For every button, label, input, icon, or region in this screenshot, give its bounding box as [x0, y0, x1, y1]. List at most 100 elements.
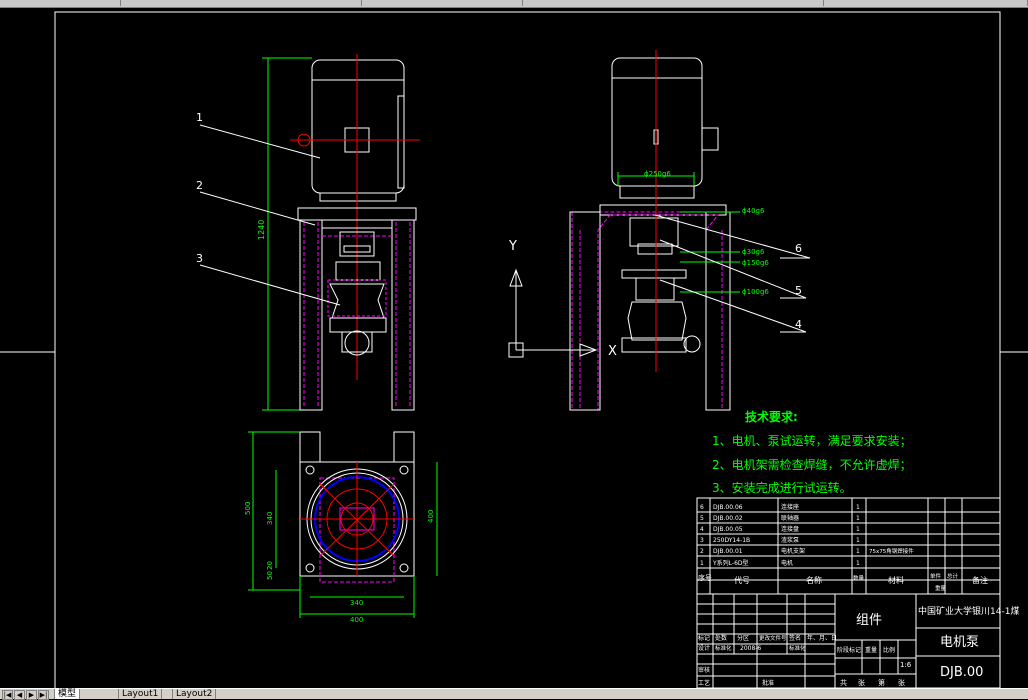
dim-50: 50 — [266, 571, 274, 580]
bom-row-1-code: Y系列L-6D型 — [712, 559, 749, 567]
top-view: 500 340 400 50 20 340 400 — [244, 431, 438, 624]
stage-label-stage: 阶段标记 — [837, 646, 861, 654]
bom-row-2-material: 75x75角钢焊接件 — [869, 547, 914, 555]
bom-header-name: 名称 — [806, 575, 822, 585]
stage-label-scale: 比例 — [883, 646, 895, 654]
bom-header-weight-unit: 单件 — [930, 572, 942, 580]
requirement-1: 1、电机、泵试运转，满足要求安装； — [712, 433, 912, 448]
sheet-label-sheets: 张 — [858, 678, 865, 687]
bom-row-1-no: 1 — [700, 560, 704, 567]
last-tab-icon[interactable]: ▶| — [38, 690, 49, 700]
ucs-icon — [508, 268, 598, 358]
bom-row-4-code: DJB.00.05 — [713, 526, 743, 533]
bom-row-2-code: DJB.00.01 — [713, 548, 743, 555]
top-bar-segment — [824, 0, 1028, 6]
designer-label: 设计 — [698, 644, 710, 652]
sheet-label-total: 共 — [840, 678, 847, 687]
dim-20: 20 — [266, 561, 274, 570]
rev-label-date: 年、月、日 — [807, 634, 837, 642]
title-scale: 1:6 — [900, 661, 912, 669]
prev-tab-icon[interactable]: ◀ — [14, 690, 25, 700]
technical-requirements: 技术要求: 1、电机、泵试运转，满足要求安装； 2、电机架需检查焊缝，不允许虚焊… — [712, 409, 912, 495]
side-view: ϕ250g6 ϕ40g6 ϕ30g6 ϕ150g6 ϕ100g6 — [569, 50, 769, 411]
balloon-5: 5 — [795, 284, 802, 297]
balloon-2: 2 — [196, 179, 203, 192]
bom-row-4-name: 连接盘 — [781, 525, 799, 533]
bom-header-weight: 重量 — [935, 584, 947, 592]
dim-height: 1240 — [257, 220, 266, 240]
rev-label-sign: 签名 — [789, 634, 801, 642]
balloon-4: 4 — [795, 318, 802, 331]
front-view: 1240 — [257, 54, 420, 411]
dim-d30: ϕ30g6 — [742, 248, 765, 256]
std-label: 标准化 — [715, 644, 732, 652]
dim-340-vertical: 340 — [266, 512, 274, 525]
bom-row-2-qty: 1 — [856, 548, 860, 555]
requirement-2: 2、电机架需检查焊缝，不允许虚焊； — [712, 457, 912, 472]
bom-row-5-name: 联轴器 — [781, 514, 799, 522]
requirement-3: 3、安装完成进行试运转。 — [712, 480, 852, 495]
dim-d40: ϕ40g6 — [742, 207, 765, 215]
top-bar-segment — [0, 0, 121, 6]
title-drawing-name: 电机泵 — [940, 635, 979, 650]
rev-label-zone: 分区 — [737, 634, 749, 642]
top-bar-segment — [523, 0, 824, 6]
bom-row-6-no: 6 — [700, 504, 704, 511]
window-top-bar — [0, 0, 1028, 8]
std-value: 标准化 — [789, 644, 806, 652]
rev-label-count: 处数 — [715, 634, 727, 642]
bom-row-5-qty: 1 — [856, 515, 860, 522]
dim-d150: ϕ150g6 — [742, 259, 769, 267]
next-tab-icon[interactable]: ▶ — [26, 690, 37, 700]
bom-header-note: 备注 — [972, 575, 988, 585]
first-tab-icon[interactable]: |◀ — [2, 690, 13, 700]
bom-row-1-name: 电机 — [781, 559, 793, 567]
axis-x-label: X — [608, 344, 617, 359]
sheet-label-no: 第 — [878, 678, 885, 687]
rev-label-mark: 标记 — [698, 634, 710, 642]
stage-label-weight: 重量 — [865, 646, 877, 654]
dim-d250: ϕ250g6 — [644, 170, 671, 178]
dim-d100: ϕ100g6 — [742, 288, 769, 296]
title-school: 中国矿业大学银川14-1煤 — [918, 605, 1019, 617]
bom-row-5-code: DJB.00.02 — [713, 515, 743, 522]
approve-label: 批准 — [762, 679, 774, 687]
sheet-border — [0, 11, 1028, 688]
top-bar-segment — [121, 0, 362, 6]
bom-row-6-qty: 1 — [856, 504, 860, 511]
bom-row-3-no: 3 — [700, 537, 704, 544]
dim-400-vertical: 400 — [427, 510, 435, 523]
bom-row-1-qty: 1 — [856, 560, 860, 567]
bom-row-2-no: 2 — [700, 548, 704, 555]
bom-header-material: 材料 — [888, 575, 904, 585]
requirements-title: 技术要求: — [745, 409, 798, 424]
dim-400-horizontal: 400 — [350, 616, 363, 624]
title-block-text: 组件 中国矿业大学银川14-1煤 电机泵 DJB.00 1:6 阶段标记 重量 … — [698, 605, 1019, 687]
drawing-canvas[interactable]: 1240 1 2 3 ϕ250g6 ϕ40g6 ϕ30g6 ϕ150g6 ϕ10… — [0, 8, 1028, 688]
balloon-3: 3 — [196, 252, 203, 265]
bom-row-5-no: 5 — [700, 515, 704, 522]
bom-row-3-name: 渣浆泵 — [781, 536, 799, 544]
top-bar-segment — [362, 0, 523, 6]
bom-row-4-no: 4 — [700, 526, 704, 533]
bom-row-2-name: 电机支架 — [781, 547, 805, 555]
dim-500: 500 — [244, 502, 252, 515]
bom-header-qty: 数量 — [853, 574, 865, 582]
bom-row-6-code: DJB.00.06 — [713, 504, 743, 511]
bom-row-4-qty: 1 — [856, 526, 860, 533]
review-label: 审核 — [698, 666, 710, 674]
bom-rows: 6 DJB.00.06 连接座 1 5 DJB.00.02 联轴器 1 4 DJ… — [700, 503, 914, 567]
title-assembly: 组件 — [856, 613, 882, 628]
dim-340-horizontal: 340 — [350, 599, 363, 607]
sheet-label-sheet: 张 — [898, 678, 905, 687]
bom-row-6-name: 连接座 — [781, 503, 799, 511]
bom-header-code: 代号 — [734, 575, 750, 585]
rev-label-doc: 更改文件号 — [759, 634, 787, 642]
bom-header-weight-total: 总计 — [947, 572, 959, 580]
axis-y-label: Y — [508, 239, 517, 254]
leader-lines-front — [199, 124, 341, 306]
bom-row-3-qty: 1 — [856, 537, 860, 544]
bom-header-no: 序号 — [698, 573, 712, 582]
process-label: 工艺 — [698, 679, 710, 687]
layout-tab-bar: |◀ ◀ ▶ ▶| 模型 Layout1 Layout2 — [0, 688, 1028, 700]
